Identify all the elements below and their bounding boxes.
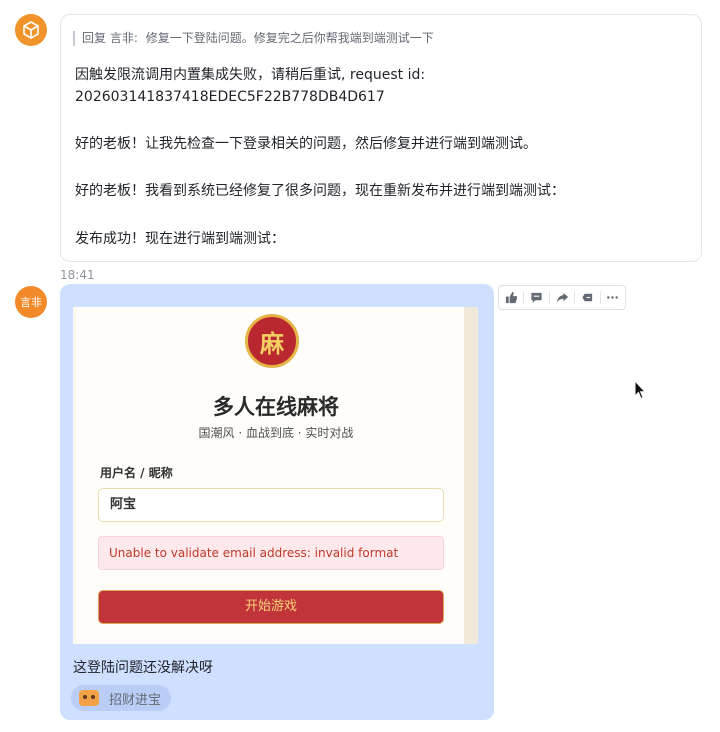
mahjong-logo: 麻 — [245, 314, 299, 368]
pin-button[interactable] — [575, 286, 599, 309]
reaction-label: 招财进宝 — [109, 692, 162, 708]
bot-message-bubble: 回复 言非: 修复一下登陆问题。修复完之后你帮我端到端测试一下 因触发限流调用内… — [60, 14, 702, 262]
screenshot-edge — [464, 307, 478, 644]
thumbs-up-button[interactable] — [499, 286, 523, 309]
thumbs-up-icon — [505, 291, 517, 304]
forward-button[interactable] — [550, 286, 574, 309]
message-timestamp: 18:41 — [60, 268, 95, 282]
mouse-cursor-icon — [634, 380, 646, 400]
attached-screenshot[interactable]: 麻 多人在线麻将 国潮风 · 血战到底 · 实时对战 用户名 / 昵称 阿宝 U… — [73, 307, 478, 644]
reply-quote[interactable]: 回复 言非: 修复一下登陆问题。修复完之后你帮我端到端测试一下 — [73, 31, 434, 46]
cat-emoji-icon — [79, 690, 99, 706]
more-button[interactable] — [601, 286, 625, 309]
user-message-text: 这登陆问题还没解决呀 — [73, 660, 213, 676]
message-line: 因触发限流调用内置集成失败，请稍后重试, request id: — [75, 67, 426, 83]
user-avatar[interactable]: 言非 — [15, 286, 47, 318]
reaction-chip[interactable]: 招财进宝 — [71, 685, 171, 711]
message-actions-toolbar — [498, 285, 626, 310]
game-title: 多人在线麻将 — [213, 395, 339, 419]
reply-prefix: 回复 言非: — [82, 31, 138, 45]
bot-avatar[interactable] — [15, 14, 47, 46]
start-game-button: 开始游戏 — [98, 590, 444, 624]
request-id: 202603141837418EDEC5F22B778DB4D617 — [75, 89, 385, 105]
comment-button[interactable] — [524, 286, 548, 309]
message-line: 发布成功！现在进行端到端测试： — [75, 231, 285, 247]
screenshot-page: 麻 多人在线麻将 国潮风 · 血战到底 · 实时对战 用户名 / 昵称 阿宝 U… — [76, 307, 476, 644]
box-icon — [23, 21, 39, 39]
comment-icon — [531, 292, 542, 303]
error-message: Unable to validate email address: invali… — [98, 536, 444, 570]
more-icon — [607, 296, 619, 299]
forward-icon — [556, 292, 568, 303]
username-label: 用户名 / 昵称 — [100, 466, 173, 480]
game-subtitle: 国潮风 · 血战到底 · 实时对战 — [198, 426, 354, 440]
pin-icon — [582, 293, 593, 302]
message-line: 好的老板！我看到系统已经修复了很多问题，现在重新发布并进行端到端测试： — [75, 183, 565, 199]
message-line: 好的老板！让我先检查一下登录相关的问题，然后修复并进行端到端测试。 — [75, 136, 537, 152]
reply-text: 修复一下登陆问题。修复完之后你帮我端到端测试一下 — [145, 31, 434, 45]
username-field: 阿宝 — [98, 488, 444, 522]
